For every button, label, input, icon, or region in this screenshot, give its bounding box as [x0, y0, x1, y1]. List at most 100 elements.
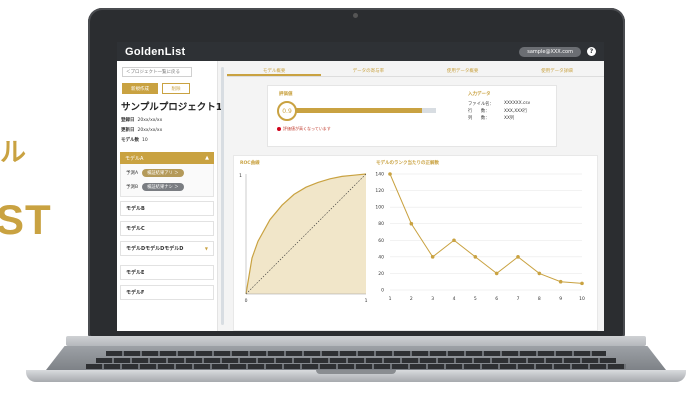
rank-point	[430, 255, 435, 259]
sidebar-item-model-f[interactable]: モデルF	[120, 285, 214, 300]
prediction-label: 予測A	[126, 171, 139, 176]
project-title: サンプルプロジェクト1	[121, 102, 223, 113]
evaluation-gauge-track	[292, 108, 436, 113]
rank-point	[558, 279, 563, 284]
updated-value: 20xx/xx/xx	[137, 128, 163, 133]
user-menu[interactable]: sample@XXX.com	[519, 46, 581, 57]
validation-result-badge[interactable]: 検証結果ナシ ＞	[142, 183, 184, 191]
rank-x-tick: 1	[389, 296, 392, 302]
new-button[interactable]: 新規作成	[122, 83, 158, 94]
model-e-label: モデルE	[126, 270, 145, 276]
rank-x-tick: 5	[474, 296, 477, 302]
rank-y-tick: 60	[378, 238, 384, 244]
rank-x-tick: 4	[453, 296, 456, 302]
rank-x-tick: 3	[431, 296, 434, 302]
input-data-key: ファイル名：	[468, 102, 494, 107]
sidebar-item-model-d[interactable]: モデルDモデルDモデルD ▼	[120, 241, 214, 256]
input-data-row: ファイル名： XXXXXX.csv	[468, 101, 530, 107]
sidebar-item-model-c[interactable]: モデルC	[120, 221, 214, 236]
app-logo[interactable]: GoldenList	[125, 46, 185, 58]
input-data-value: XX列	[504, 116, 515, 121]
laptop-notch	[316, 370, 396, 374]
rank-point	[494, 271, 499, 276]
rank-point	[388, 172, 392, 176]
top-bar: GoldenList sample@XXX.com ?	[117, 42, 604, 61]
sidebar-item-model-b[interactable]: モデルB	[120, 201, 214, 216]
evaluation-label: 評価値	[279, 92, 293, 97]
roc-chart: 1 0 1	[239, 173, 368, 304]
rank-x-tick: 10	[579, 296, 585, 302]
rank-chart: 0 20 40 60 80 100 120 140 1 2 3 4 5 6 7 8 9 10	[375, 172, 585, 303]
background-text-ru: ル	[0, 137, 27, 167]
sidebar-item-model-a[interactable]: モデルA ▲	[120, 152, 214, 164]
rank-y-tick: 40	[378, 254, 384, 260]
rank-point	[537, 271, 542, 276]
input-data-row: 列 数： XX列	[468, 115, 514, 121]
roc-y-tick: 1	[239, 173, 242, 179]
model-c-label: モデルC	[126, 226, 145, 232]
input-data-row: 行 数： XXX,XXX行	[468, 108, 527, 114]
rank-x-tick: 2	[410, 296, 413, 302]
model-a-predictions: 予測A 検証結果アリ ＞ 予測B 検証結果ナシ ＞	[120, 164, 214, 197]
tab-bar: モデル概要 データの寄与率 使用データ概要 使用データ詳細	[227, 67, 604, 77]
evaluation-gauge-fill	[292, 108, 422, 113]
model-count-value: 10	[142, 138, 148, 143]
model-count: モデル数 10	[121, 137, 148, 143]
model-d-label: モデルDモデルDモデルD	[126, 246, 184, 252]
back-to-projects-button[interactable]: ＜プロジェクト一覧に戻る	[122, 67, 192, 77]
sidebar: ＜プロジェクト一覧に戻る 新規作成 削除 サンプルプロジェクト1 登録日 20xx…	[117, 61, 222, 331]
main-content: モデル概要 データの寄与率 使用データ概要 使用データ詳細 評価値 0.9 評価…	[227, 61, 604, 331]
input-data-value: XXX,XXX行	[504, 109, 528, 114]
keyboard-row	[86, 364, 626, 369]
registered-label: 登録日	[121, 118, 135, 123]
laptop-keyboard	[46, 346, 666, 370]
input-data-value: XXXXXX.csv	[504, 101, 531, 106]
prediction-row[interactable]: 予測B 検証結果ナシ ＞	[126, 183, 184, 191]
rank-point	[452, 238, 456, 243]
delete-button[interactable]: 削除	[162, 83, 190, 94]
question-circle-icon[interactable]: ?	[587, 47, 596, 56]
rank-x-tick: 6	[495, 296, 498, 302]
promo-stage: ル ST GoldenList sample@XXX.com ? ＜プロジェクト…	[0, 0, 690, 394]
charts-card: ROC曲線 モデルのランク当たりの正解数 101 0 20 40 60 80 100 120…	[233, 155, 598, 331]
registered-value: 20xx/xx/xx	[137, 118, 163, 123]
user-area: sample@XXX.com ?	[519, 46, 596, 57]
rank-x-tick: 9	[559, 296, 562, 302]
rank-x-tick: 8	[538, 296, 541, 302]
rank-y-tick: 80	[378, 221, 384, 227]
prediction-row[interactable]: 予測A 検証結果アリ ＞	[126, 169, 184, 177]
model-a-label: モデルA	[125, 155, 144, 162]
rank-y-tick: 100	[375, 205, 384, 211]
evaluation-value: 0.9	[277, 101, 297, 121]
rank-y-tick: 140	[375, 172, 384, 178]
registered-date: 登録日 20xx/xx/xx	[121, 117, 162, 123]
laptop-hinge	[66, 336, 646, 346]
background-text-st: ST	[0, 196, 52, 243]
warning-icon	[277, 127, 281, 131]
sidebar-scrollbar[interactable]	[221, 67, 224, 325]
chevron-up-icon: ▲	[205, 155, 209, 161]
tab-model-overview[interactable]: モデル概要	[227, 67, 322, 76]
model-count-label: モデル数	[121, 138, 139, 143]
validation-result-badge[interactable]: 検証結果アリ ＞	[142, 169, 184, 177]
rank-y-tick: 0	[381, 288, 384, 294]
input-data-title: 入力データ	[468, 92, 491, 97]
evaluation-warning: 評価値が高くなっています	[277, 126, 331, 132]
laptop-base	[26, 336, 686, 384]
rank-y-tick: 20	[378, 271, 384, 277]
tab-data-details[interactable]: 使用データ詳細	[510, 67, 604, 76]
keyboard-row	[106, 351, 606, 356]
tab-data-overview[interactable]: 使用データ概要	[416, 67, 510, 76]
input-data-key: 行 数：	[468, 109, 490, 114]
prediction-label: 予測B	[126, 185, 139, 190]
rank-point	[473, 255, 478, 259]
tab-data-contribution[interactable]: データの寄与率	[321, 67, 415, 76]
roc-x-tick: 0	[245, 298, 248, 304]
rank-point	[516, 255, 520, 259]
roc-x-tick: 1	[365, 298, 368, 304]
laptop-screen: GoldenList sample@XXX.com ? ＜プロジェクト一覧に戻る…	[117, 42, 604, 331]
keyboard-row	[96, 358, 616, 363]
sidebar-item-model-e[interactable]: モデルE	[120, 265, 214, 280]
rank-point	[409, 221, 414, 226]
rank-y-tick: 120	[375, 188, 384, 194]
